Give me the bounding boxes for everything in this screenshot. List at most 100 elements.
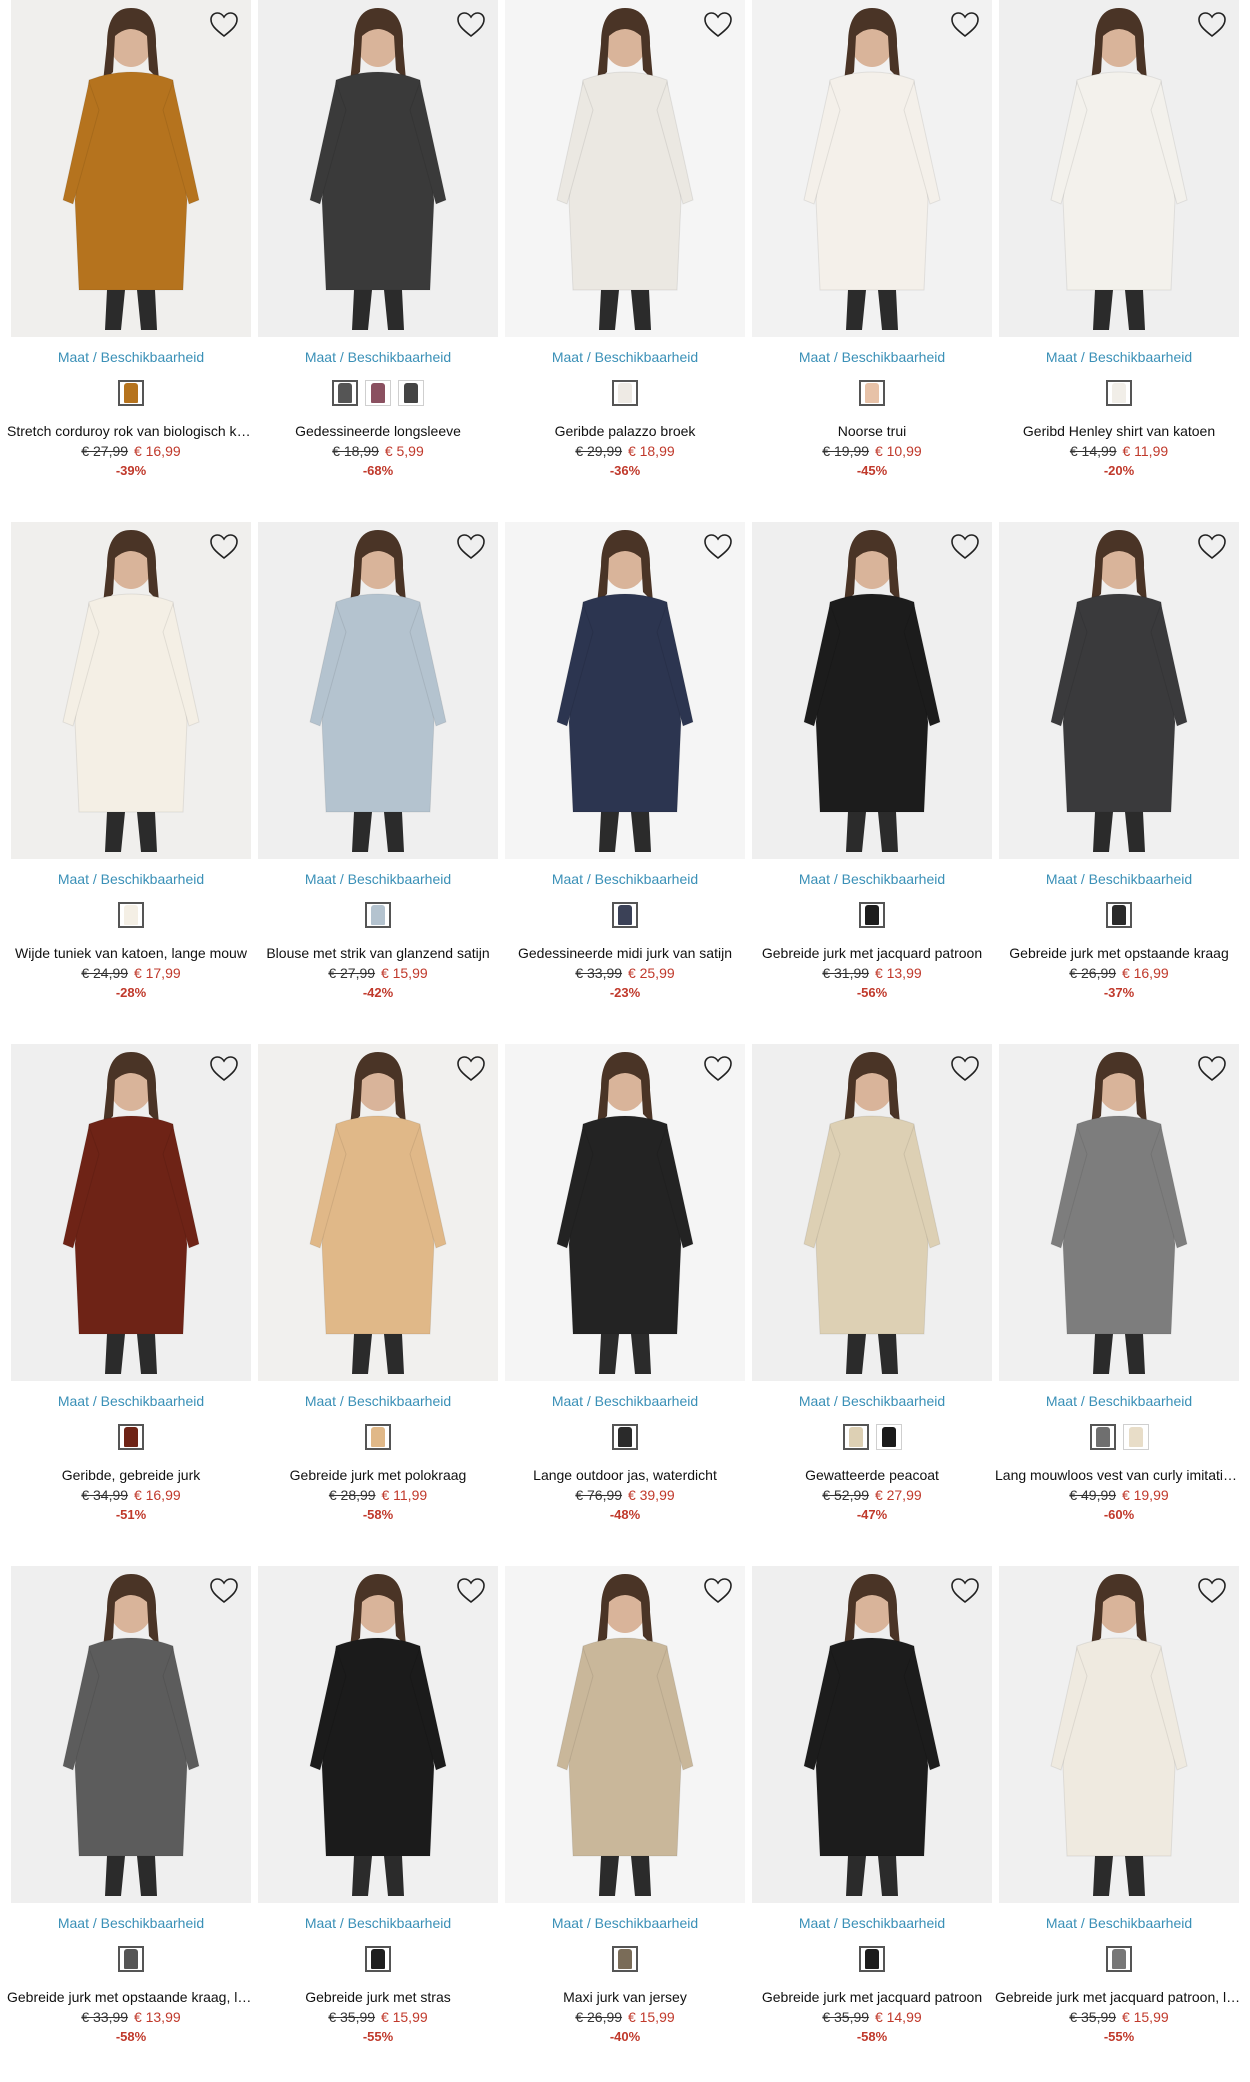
- product-card[interactable]: Maat / Beschikbaarheid Gebreide jurk met …: [752, 1566, 992, 2056]
- product-name[interactable]: Geribde palazzo broek: [501, 423, 749, 439]
- wishlist-heart-icon[interactable]: [701, 8, 735, 42]
- wishlist-heart-icon[interactable]: [207, 1574, 241, 1608]
- color-swatch[interactable]: [118, 380, 144, 406]
- color-swatch[interactable]: [398, 380, 424, 406]
- size-availability-link[interactable]: Maat / Beschikbaarheid: [999, 349, 1239, 365]
- product-image[interactable]: [11, 0, 251, 337]
- wishlist-heart-icon[interactable]: [454, 8, 488, 42]
- size-availability-link[interactable]: Maat / Beschikbaarheid: [752, 871, 992, 887]
- color-swatch[interactable]: [859, 380, 885, 406]
- product-name[interactable]: Gedessineerde midi jurk van satijn: [501, 945, 749, 961]
- product-card[interactable]: Maat / Beschikbaarheid Geribd Henley shir…: [999, 0, 1239, 490]
- wishlist-heart-icon[interactable]: [1195, 530, 1229, 564]
- wishlist-heart-icon[interactable]: [1195, 1052, 1229, 1086]
- wishlist-heart-icon[interactable]: [454, 1052, 488, 1086]
- color-swatch[interactable]: [118, 1946, 144, 1972]
- wishlist-heart-icon[interactable]: [948, 8, 982, 42]
- product-card[interactable]: Maat / Beschikbaarheid Wijde tuniek van k…: [11, 522, 251, 1012]
- size-availability-link[interactable]: Maat / Beschikbaarheid: [11, 1393, 251, 1409]
- product-image[interactable]: [999, 522, 1239, 859]
- product-card[interactable]: Maat / Beschikbaarheid Geribde palazzo br…: [505, 0, 745, 490]
- product-image[interactable]: [752, 0, 992, 337]
- product-image[interactable]: [999, 0, 1239, 337]
- color-swatch[interactable]: [612, 380, 638, 406]
- product-image[interactable]: [505, 1044, 745, 1381]
- product-image[interactable]: [505, 522, 745, 859]
- wishlist-heart-icon[interactable]: [1195, 1574, 1229, 1608]
- product-image[interactable]: [999, 1044, 1239, 1381]
- product-card[interactable]: Maat / Beschikbaarheid Gebreide jurk met …: [752, 522, 992, 1012]
- product-card[interactable]: Maat / Beschikbaarheid Gebreide jurk met …: [7, 1566, 255, 2056]
- product-name[interactable]: Gebreide jurk met opstaande kraag, lange…: [7, 1989, 255, 2005]
- wishlist-heart-icon[interactable]: [701, 1052, 735, 1086]
- product-name[interactable]: Gebreide jurk met jacquard patroon: [748, 1989, 996, 2005]
- product-name[interactable]: Lang mouwloos vest van curly imitatiebon…: [995, 1467, 1243, 1483]
- color-swatch[interactable]: [1106, 1946, 1132, 1972]
- wishlist-heart-icon[interactable]: [207, 530, 241, 564]
- product-image[interactable]: [258, 522, 498, 859]
- size-availability-link[interactable]: Maat / Beschikbaarheid: [505, 871, 745, 887]
- color-swatch[interactable]: [118, 902, 144, 928]
- wishlist-heart-icon[interactable]: [701, 1574, 735, 1608]
- product-card[interactable]: Maat / Beschikbaarheid Noorse trui € 19,99…: [752, 0, 992, 490]
- product-image[interactable]: [258, 0, 498, 337]
- product-name[interactable]: Gewatteerde peacoat: [748, 1467, 996, 1483]
- color-swatch[interactable]: [1089, 1424, 1116, 1450]
- color-swatch[interactable]: [1106, 902, 1132, 928]
- size-availability-link[interactable]: Maat / Beschikbaarheid: [999, 1915, 1239, 1931]
- product-name[interactable]: Geribd Henley shirt van katoen: [995, 423, 1243, 439]
- product-card[interactable]: Maat / Beschikbaarheid Gedessineerde midi…: [505, 522, 745, 1012]
- wishlist-heart-icon[interactable]: [207, 1052, 241, 1086]
- product-name[interactable]: Wijde tuniek van katoen, lange mouw: [7, 945, 255, 961]
- size-availability-link[interactable]: Maat / Beschikbaarheid: [11, 1915, 251, 1931]
- size-availability-link[interactable]: Maat / Beschikbaarheid: [752, 349, 992, 365]
- product-image[interactable]: [752, 1566, 992, 1903]
- color-swatch[interactable]: [1122, 1424, 1149, 1450]
- product-image[interactable]: [999, 1566, 1239, 1903]
- product-image[interactable]: [258, 1566, 498, 1903]
- product-name[interactable]: Geribde, gebreide jurk: [7, 1467, 255, 1483]
- color-swatch[interactable]: [612, 1424, 638, 1450]
- product-card[interactable]: Maat / Beschikbaarheid Lang mouwloos vest…: [995, 1044, 1243, 1534]
- size-availability-link[interactable]: Maat / Beschikbaarheid: [999, 871, 1239, 887]
- product-card[interactable]: Maat / Beschikbaarheid Gebreide jurk met …: [258, 1044, 498, 1534]
- product-name[interactable]: Gebreide jurk met polokraag: [254, 1467, 502, 1483]
- product-name[interactable]: Gebreide jurk met stras: [254, 1989, 502, 2005]
- size-availability-link[interactable]: Maat / Beschikbaarheid: [752, 1915, 992, 1931]
- product-card[interactable]: Maat / Beschikbaarheid Gedessineerde long…: [258, 0, 498, 490]
- product-card[interactable]: Maat / Beschikbaarheid Geribde, gebreide …: [11, 1044, 251, 1534]
- product-image[interactable]: [505, 0, 745, 337]
- product-image[interactable]: [752, 522, 992, 859]
- product-card[interactable]: Maat / Beschikbaarheid Stretch corduroy r…: [7, 0, 255, 490]
- product-name[interactable]: Gedessineerde longsleeve: [254, 423, 502, 439]
- color-swatch[interactable]: [332, 380, 358, 406]
- size-availability-link[interactable]: Maat / Beschikbaarheid: [505, 1393, 745, 1409]
- size-availability-link[interactable]: Maat / Beschikbaarheid: [505, 1915, 745, 1931]
- product-card[interactable]: Maat / Beschikbaarheid Gebreide jurk met …: [995, 1566, 1243, 2056]
- color-swatch[interactable]: [859, 1946, 885, 1972]
- size-availability-link[interactable]: Maat / Beschikbaarheid: [11, 349, 251, 365]
- wishlist-heart-icon[interactable]: [1195, 8, 1229, 42]
- wishlist-heart-icon[interactable]: [454, 1574, 488, 1608]
- product-card[interactable]: Maat / Beschikbaarheid Lange outdoor jas,…: [505, 1044, 745, 1534]
- size-availability-link[interactable]: Maat / Beschikbaarheid: [258, 349, 498, 365]
- size-availability-link[interactable]: Maat / Beschikbaarheid: [258, 1393, 498, 1409]
- product-name[interactable]: Gebreide jurk met opstaande kraag: [995, 945, 1243, 961]
- product-image[interactable]: [258, 1044, 498, 1381]
- product-card[interactable]: Maat / Beschikbaarheid Gebreide jurk met …: [999, 522, 1239, 1012]
- product-card[interactable]: Maat / Beschikbaarheid Blouse met strik v…: [258, 522, 498, 1012]
- product-name[interactable]: Lange outdoor jas, waterdicht: [501, 1467, 749, 1483]
- product-card[interactable]: Maat / Beschikbaarheid Gebreide jurk met …: [258, 1566, 498, 2056]
- product-image[interactable]: [752, 1044, 992, 1381]
- product-card[interactable]: Maat / Beschikbaarheid Gewatteerde peacoa…: [752, 1044, 992, 1534]
- product-name[interactable]: Noorse trui: [748, 423, 996, 439]
- product-image[interactable]: [11, 522, 251, 859]
- product-name[interactable]: Stretch corduroy rok van biologisch kato…: [7, 423, 255, 439]
- size-availability-link[interactable]: Maat / Beschikbaarheid: [505, 349, 745, 365]
- wishlist-heart-icon[interactable]: [701, 530, 735, 564]
- product-image[interactable]: [505, 1566, 745, 1903]
- product-name[interactable]: Blouse met strik van glanzend satijn: [254, 945, 502, 961]
- size-availability-link[interactable]: Maat / Beschikbaarheid: [999, 1393, 1239, 1409]
- size-availability-link[interactable]: Maat / Beschikbaarheid: [258, 1915, 498, 1931]
- product-name[interactable]: Gebreide jurk met jacquard patroon: [748, 945, 996, 961]
